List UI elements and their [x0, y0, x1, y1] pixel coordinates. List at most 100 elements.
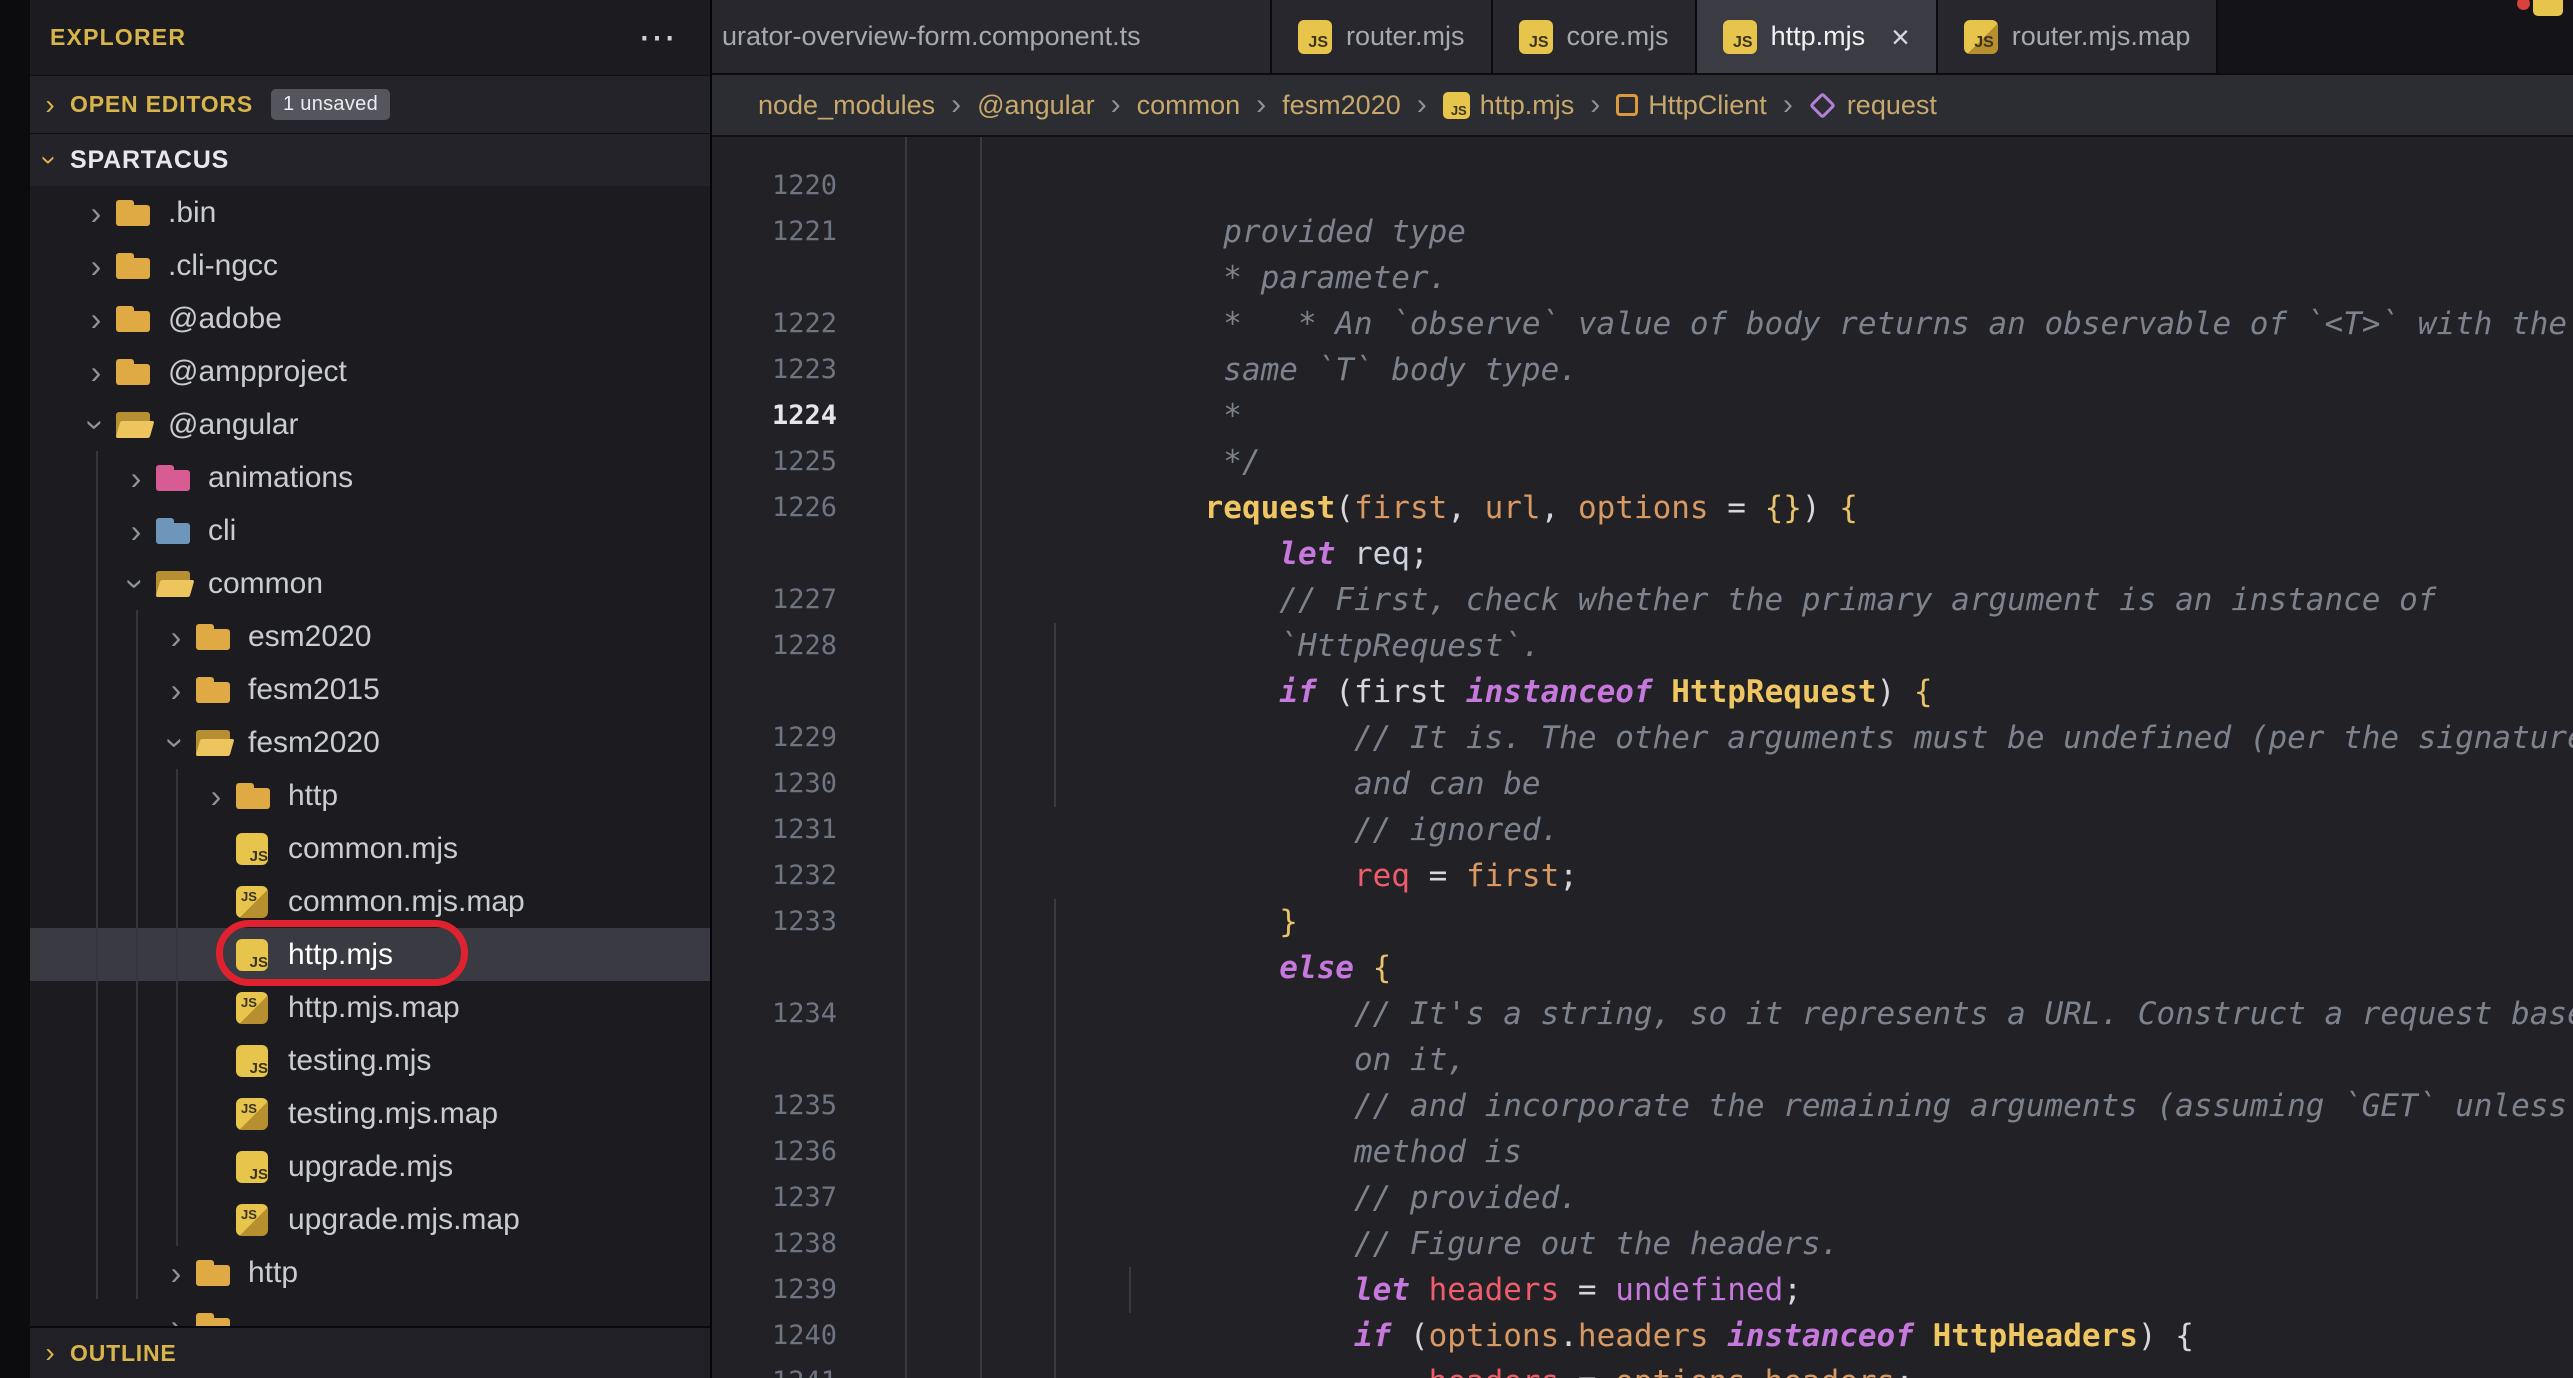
- code-token: instanceof: [1727, 1318, 1914, 1354]
- code-token: HttpRequest: [1671, 674, 1876, 710]
- close-icon[interactable]: ×: [1891, 21, 1910, 53]
- line-number: 1230: [712, 761, 837, 807]
- js-file-icon: [1298, 20, 1332, 54]
- code-text: // provided.: [837, 1083, 1578, 1129]
- code-line: 1220 * parameter.: [712, 163, 2573, 209]
- breadcrumb-separator: ›: [1590, 88, 1600, 122]
- tree-chevron-icon[interactable]: [158, 1257, 194, 1289]
- tree-item[interactable]: @ampproject: [30, 345, 710, 398]
- tab-router-mjs[interactable]: router.mjs: [1272, 0, 1493, 73]
- outline-section[interactable]: OUTLINE: [30, 1326, 710, 1378]
- tree-item[interactable]: upgrade.mjs.map: [30, 1193, 710, 1246]
- tree-item[interactable]: esm2020: [30, 610, 710, 663]
- tree-item-label: esm2020: [248, 620, 371, 654]
- code-text: req = first;: [837, 761, 1578, 807]
- workspace-section[interactable]: SPARTACUS: [30, 133, 710, 186]
- file-icon: [194, 621, 234, 653]
- code-token: ;: [1895, 1364, 1914, 1378]
- file-tree: .bin .cli-ngcc @adobe @amppro: [30, 186, 710, 1352]
- code-line: 1223 */: [712, 347, 2573, 393]
- tab-http-mjs[interactable]: http.mjs ×: [1697, 0, 1938, 73]
- breadcrumb-item-angular[interactable]: @angular: [977, 90, 1094, 121]
- breadcrumb-item-request[interactable]: request: [1809, 90, 1937, 121]
- open-editors-section[interactable]: OPEN EDITORS 1 unsaved: [30, 75, 710, 133]
- tab-core-mjs[interactable]: core.mjs: [1493, 0, 1697, 73]
- tree-chevron-icon[interactable]: [78, 409, 114, 441]
- code-editor[interactable]: provided type 1220 * parameter. 1221: [712, 137, 2573, 1378]
- tree-item[interactable]: .cli-ngcc: [30, 239, 710, 292]
- tree-chevron-icon[interactable]: [158, 674, 194, 706]
- tree-item[interactable]: common.mjs.map: [30, 875, 710, 928]
- tree-item[interactable]: http: [30, 769, 710, 822]
- tree-item[interactable]: .bin: [30, 186, 710, 239]
- line-number: 1228: [712, 623, 837, 669]
- tree-chevron-icon[interactable]: [78, 303, 114, 335]
- code-line: 1237 let headers = undefined;: [712, 1175, 2573, 1221]
- tab-router-mjs-map[interactable]: router.mjs.map: [1938, 0, 2219, 73]
- tree-chevron-icon[interactable]: [198, 780, 234, 812]
- line-number: 1221: [712, 209, 837, 255]
- tree-item-label: http: [248, 1256, 298, 1290]
- tree-chevron-icon[interactable]: [118, 515, 154, 547]
- line-number: 1236: [712, 1129, 837, 1175]
- line-number: [712, 1037, 837, 1083]
- tree-item[interactable]: @angular: [30, 398, 710, 451]
- tree-indent-guide: [176, 769, 178, 1246]
- tree-item[interactable]: http.mjs.map: [30, 981, 710, 1034]
- code-text: if (first instanceof HttpRequest) {: [837, 577, 1933, 623]
- tree-item[interactable]: fesm2020: [30, 716, 710, 769]
- breadcrumb-item-http-mjs[interactable]: http.mjs: [1443, 90, 1575, 121]
- code-token: options: [1615, 1364, 1746, 1378]
- open-editors-label: OPEN EDITORS: [70, 91, 253, 118]
- tree-chevron-icon[interactable]: [118, 462, 154, 494]
- breadcrumb-item-node-modules[interactable]: node_modules: [758, 90, 935, 121]
- code-token: // ignored.: [1354, 812, 1559, 848]
- file-icon: [154, 462, 194, 494]
- tree-item[interactable]: common.mjs: [30, 822, 710, 875]
- tree-item[interactable]: testing.mjs: [30, 1034, 710, 1087]
- tree-item[interactable]: testing.mjs.map: [30, 1087, 710, 1140]
- tree-chevron-icon[interactable]: [158, 621, 194, 653]
- breadcrumb-item-common[interactable]: common: [1137, 90, 1241, 121]
- tree-item-label: .bin: [168, 196, 216, 230]
- line-number: 1224: [712, 393, 837, 439]
- line-number: 1226: [712, 485, 837, 531]
- file-icon: [194, 1257, 234, 1289]
- breadcrumb-item-httpclient[interactable]: HttpClient: [1616, 90, 1767, 121]
- breadcrumb-separator: ›: [951, 88, 961, 122]
- code-text: same `T` body type.: [837, 255, 1578, 301]
- js-file-icon: [1519, 20, 1553, 54]
- tree-item[interactable]: http.mjs: [30, 928, 710, 981]
- code-line: 1234 // and incorporate the remaining ar…: [712, 991, 2573, 1037]
- tree-item[interactable]: common: [30, 557, 710, 610]
- tree-chevron-icon[interactable]: [158, 727, 194, 759]
- tree-item[interactable]: fesm2015: [30, 663, 710, 716]
- method-symbol-icon: [1809, 92, 1836, 119]
- tree-item[interactable]: http: [30, 1246, 710, 1299]
- code-text: // and incorporate the remaining argumen…: [837, 991, 2573, 1037]
- code-line: 1236 // Figure out the headers.: [712, 1129, 2573, 1175]
- breadcrumb-item-fesm2020[interactable]: fesm2020: [1282, 90, 1401, 121]
- chevron-right-icon: [30, 1339, 70, 1367]
- tree-chevron-icon[interactable]: [78, 197, 114, 229]
- breadcrumb-separator: ›: [1111, 88, 1121, 122]
- file-icon: [114, 409, 154, 441]
- tree-item[interactable]: @adobe: [30, 292, 710, 345]
- tree-chevron-icon[interactable]: [78, 250, 114, 282]
- tree-chevron-icon[interactable]: [78, 356, 114, 388]
- tree-chevron-icon[interactable]: [118, 568, 154, 600]
- tree-item[interactable]: upgrade.mjs: [30, 1140, 710, 1193]
- line-number: 1227: [712, 577, 837, 623]
- tree-item[interactable]: animations: [30, 451, 710, 504]
- code-token: [1653, 674, 1672, 710]
- code-line: method is: [712, 1037, 2573, 1083]
- code-token: * * An `observe` value of body returns a…: [1130, 306, 2567, 342]
- code-token: ): [2138, 1318, 2175, 1354]
- file-icon: [234, 780, 274, 812]
- editor-actions-icon[interactable]: [2533, 0, 2563, 16]
- tree-item[interactable]: cli: [30, 504, 710, 557]
- tree-indent-guide: [96, 451, 98, 1299]
- tab-configurator-overview-form[interactable]: urator-overview-form.component.ts: [712, 0, 1272, 73]
- more-actions-icon[interactable]: ⋯: [638, 19, 710, 57]
- file-icon: [114, 303, 154, 335]
